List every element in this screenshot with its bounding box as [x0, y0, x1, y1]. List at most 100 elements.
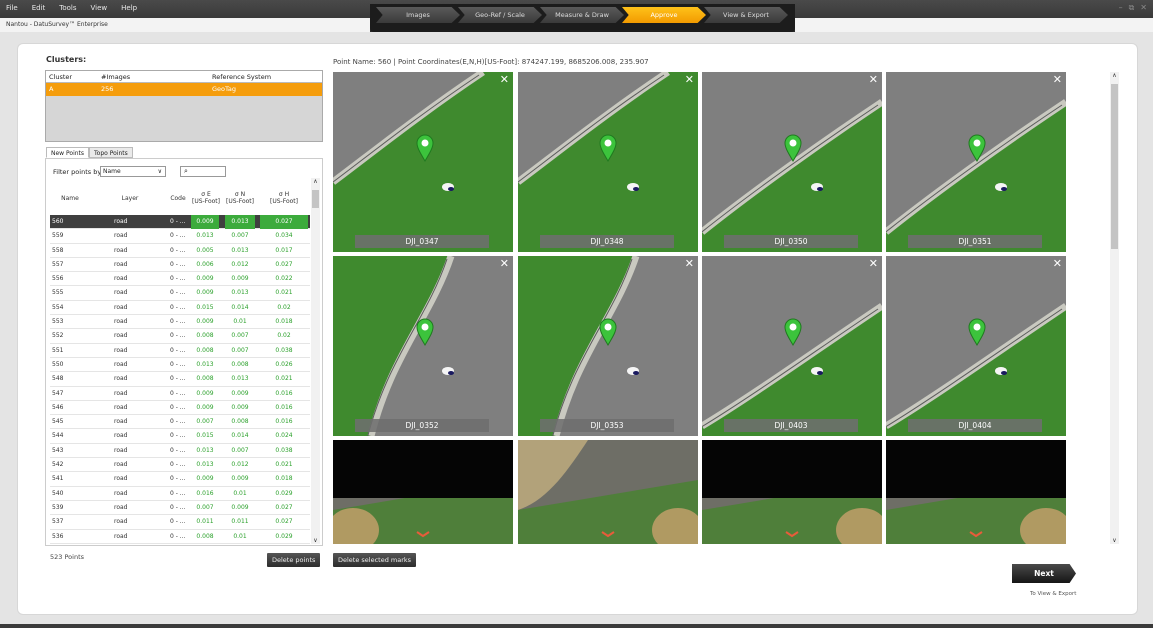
code-cell: 0 - ... [170, 461, 186, 469]
code-cell: 0 - ... [170, 303, 186, 311]
sigma-h-cell: 0.021 [275, 461, 293, 469]
scrollbar-thumb[interactable] [312, 190, 319, 208]
table-row[interactable]: 556 road 0 - ... 0.009 0.009 0.022 [50, 272, 310, 287]
sigma-h-cell: 0.02 [277, 332, 291, 340]
close-icon[interactable]: ✕ [685, 74, 694, 85]
delete-selected-marks-button[interactable]: Delete selected marks [333, 553, 417, 567]
minimize-icon[interactable]: – [1119, 3, 1123, 13]
wizard-step-1[interactable]: Geo-Ref / Scale [458, 7, 542, 23]
point-name-cell: 540 [52, 489, 64, 497]
table-row[interactable]: 545 road 0 - ... 0.007 0.008 0.016 [50, 415, 310, 430]
layer-cell: road [114, 403, 128, 411]
sigma-n-col-header[interactable]: σ N [US-Foot] [223, 183, 257, 213]
next-button[interactable]: Next [1012, 564, 1076, 583]
table-row[interactable]: 546 road 0 - ... 0.009 0.009 0.016 [50, 401, 310, 416]
map-pin-icon[interactable] [968, 134, 986, 164]
map-pin-icon[interactable] [416, 134, 434, 164]
close-icon[interactable]: ✕ [685, 258, 694, 269]
table-row[interactable]: 539 road 0 - ... 0.007 0.009 0.027 [50, 501, 310, 516]
layer-col-header[interactable]: Layer [110, 183, 150, 213]
image-tile-partial[interactable] [518, 440, 698, 544]
table-row[interactable]: 559 road 0 - ... 0.013 0.007 0.034 [50, 229, 310, 244]
map-pin-icon[interactable] [599, 134, 617, 164]
image-label: DJI_0351 [908, 235, 1042, 248]
map-pin-icon[interactable] [599, 318, 617, 348]
code-cell: 0 - ... [170, 360, 186, 368]
close-window-icon[interactable]: ✕ [1140, 3, 1147, 13]
table-row[interactable]: 555 road 0 - ... 0.009 0.013 0.021 [50, 286, 310, 301]
table-row[interactable]: 547 road 0 - ... 0.009 0.009 0.016 [50, 387, 310, 401]
cluster-row[interactable]: A 256 GeoTag [46, 83, 322, 96]
filter-select[interactable]: Name ∨ [100, 166, 166, 177]
map-pin-icon[interactable] [416, 318, 434, 348]
sigma-n-cell: 0.01 [233, 489, 247, 497]
table-row[interactable]: 536 road 0 - ... 0.008 0.01 0.029 [50, 530, 310, 544]
layer-cell: road [114, 375, 128, 383]
table-row[interactable]: 540 road 0 - ... 0.016 0.01 0.029 [50, 487, 310, 501]
menu-item-edit[interactable]: Edit [32, 4, 46, 12]
sigma-n-cell: 0.008 [231, 360, 249, 368]
table-row[interactable]: 537 road 0 - ... 0.011 0.011 0.027 [50, 515, 310, 530]
tab-topo-points[interactable]: Topo Points [89, 147, 133, 158]
maximize-icon[interactable]: ⧉ [1129, 3, 1135, 13]
close-icon[interactable]: ✕ [500, 74, 509, 85]
close-icon[interactable]: ✕ [869, 74, 878, 85]
code-cell: 0 - ... [170, 346, 186, 354]
table-row[interactable]: 551 road 0 - ... 0.008 0.007 0.038 [50, 344, 310, 358]
image-tile-partial[interactable] [886, 440, 1066, 544]
menu-item-tools[interactable]: Tools [59, 4, 76, 12]
menu-item-view[interactable]: View [91, 4, 108, 12]
scroll-up-icon[interactable]: ∧ [1110, 72, 1119, 79]
menu-item-file[interactable]: File [6, 4, 18, 12]
sigma-n-cell: 0.009 [231, 503, 249, 511]
table-row[interactable]: 543 road 0 - ... 0.013 0.007 0.038 [50, 444, 310, 459]
bottom-strip [0, 624, 1153, 628]
sigma-e-cell: 0.011 [196, 518, 214, 526]
code-col-header[interactable]: Code [168, 183, 188, 213]
sigma-e-col-header[interactable]: σ E [US-Foot] [189, 183, 223, 213]
name-col-header[interactable]: Name [50, 183, 90, 213]
scroll-up-icon[interactable]: ∧ [311, 178, 320, 185]
table-row[interactable]: 542 road 0 - ... 0.013 0.012 0.021 [50, 458, 310, 473]
wizard-step-0[interactable]: Images [376, 7, 460, 23]
table-row[interactable]: 558 road 0 - ... 0.005 0.013 0.017 [50, 244, 310, 258]
close-icon[interactable]: ✕ [1053, 74, 1062, 85]
scrollbar-thumb[interactable] [1111, 84, 1118, 249]
map-pin-icon[interactable] [784, 134, 802, 164]
map-pin-icon[interactable] [784, 318, 802, 348]
map-pin-icon[interactable] [968, 318, 986, 348]
close-icon[interactable]: ✕ [869, 258, 878, 269]
wizard-step-4[interactable]: View & Export [704, 7, 788, 23]
table-row[interactable]: 541 road 0 - ... 0.009 0.009 0.018 [50, 472, 310, 487]
sigma-n-cell: 0.007 [231, 446, 249, 454]
table-row[interactable]: 544 road 0 - ... 0.015 0.014 0.024 [50, 429, 310, 444]
wizard-step-2[interactable]: Measure & Draw [540, 7, 624, 23]
table-row[interactable]: 553 road 0 - ... 0.009 0.01 0.018 [50, 315, 310, 330]
wizard-step-3[interactable]: Approve [622, 7, 706, 23]
tab-new-points[interactable]: New Points [46, 147, 90, 158]
sigma-h-unit: [US-Foot] [270, 198, 298, 205]
points-scrollbar[interactable]: ∧ ∨ [311, 178, 320, 544]
image-tile-partial[interactable] [333, 440, 513, 544]
close-icon[interactable]: ✕ [500, 258, 509, 269]
sigma-h-col-header[interactable]: σ H [US-Foot] [260, 183, 308, 213]
image-grid-scrollbar[interactable]: ∧ ∨ [1110, 72, 1119, 544]
close-icon[interactable]: ✕ [1053, 258, 1062, 269]
image-tile-partial[interactable] [702, 440, 882, 544]
scroll-down-icon[interactable]: ∨ [1110, 537, 1119, 544]
delete-points-button[interactable]: Delete points [267, 553, 321, 567]
layer-cell: road [114, 289, 128, 297]
sigma-e-cell: 0.007 [196, 503, 214, 511]
table-row[interactable]: 552 road 0 - ... 0.008 0.007 0.02 [50, 329, 310, 344]
search-input[interactable]: ⌕ [180, 166, 226, 177]
table-row[interactable]: 550 road 0 - ... 0.013 0.008 0.026 [50, 358, 310, 373]
table-row[interactable]: 554 road 0 - ... 0.015 0.014 0.02 [50, 301, 310, 316]
menu-item-help[interactable]: Help [121, 4, 137, 12]
scroll-down-icon[interactable]: ∨ [311, 537, 320, 544]
table-row[interactable]: 557 road 0 - ... 0.006 0.012 0.027 [50, 258, 310, 273]
image-label: DJI_0348 [540, 235, 674, 248]
table-row[interactable]: 560 road 0 - ... 0.009 0.013 0.027 [50, 215, 310, 230]
sigma-h-cell: 0.026 [275, 360, 293, 368]
code-cell: 0 - ... [170, 518, 186, 526]
table-row[interactable]: 548 road 0 - ... 0.008 0.013 0.021 [50, 372, 310, 387]
